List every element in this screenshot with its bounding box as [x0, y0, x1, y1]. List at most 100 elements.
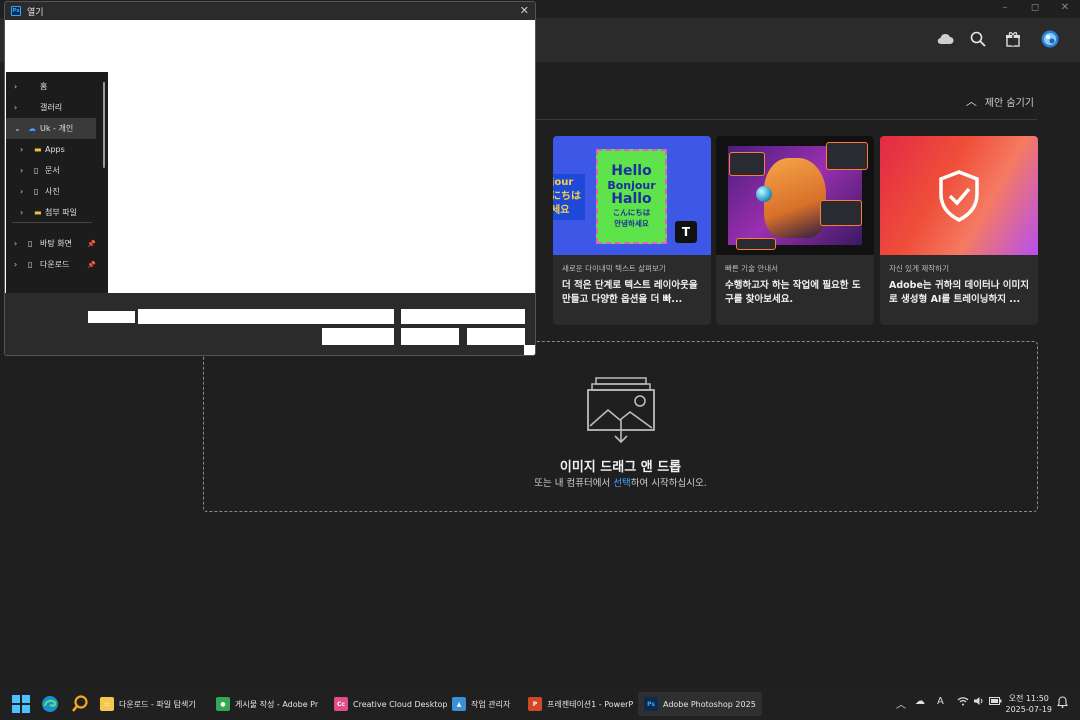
hello-text-art: Hello Bonjour Hallo こんにちは 안녕하세요 [596, 149, 667, 244]
window-controls: – ◻ ✕ [990, 0, 1080, 16]
wifi-icon[interactable] [957, 696, 969, 709]
chevron-right-icon[interactable]: › [20, 208, 23, 217]
hallo-line: Hallo [611, 191, 652, 207]
open-file-dialog: Ps 열기 ✕ › 홈 › 갤러리 ⌄ ☁ Uk - 개인 › ▬ Apps › ▯ 문서 › ▯ 사진 › ▬ 첨… [4, 1, 536, 356]
suggestion-card-quick-skills[interactable]: 빠른 기술 안내서 수행하고자 하는 작업에 필요한 도구를 찾아보세요. [716, 136, 874, 325]
card-thumbnail: jour にちは 세요 Hello Bonjour Hallo こんにちは 안녕… [553, 136, 711, 255]
nav-item-label: Apps [45, 145, 65, 154]
chevron-right-icon[interactable]: › [20, 187, 23, 196]
chevron-right-icon[interactable]: › [14, 239, 17, 248]
edge-icon[interactable] [41, 695, 59, 713]
file-name-input[interactable] [138, 309, 394, 324]
image-dropzone[interactable]: 이미지 드래그 앤 드롭 또는 내 컴퓨터에서 선택하여 시작하십시오. [203, 341, 1038, 512]
card-title: 수행하고자 하는 작업에 필요한 도구를 찾아보세요. [725, 280, 861, 305]
side-text-art: jour にちは 세요 [553, 174, 585, 220]
chevron-down-icon[interactable]: ⌄ [14, 124, 21, 133]
onedrive-tray-icon[interactable]: ☁ [915, 696, 925, 707]
nav-scrollbar[interactable] [103, 82, 105, 168]
dialog-footer [5, 293, 535, 355]
nav-item[interactable]: › ▯ 사진 [6, 181, 106, 202]
close-dialog-button[interactable]: ✕ [520, 4, 529, 17]
nav-item[interactable]: › ▯ 다운로드 📌 [6, 254, 106, 275]
taskbar-app[interactable]: P 프레젠테이션1 - PowerP [528, 692, 633, 716]
search-icon[interactable] [71, 695, 89, 713]
card-title: 더 적은 단계로 텍스트 레이아웃을 만들고 다양한 옵션을 더 빠... [562, 280, 698, 305]
chevron-right-icon[interactable]: › [14, 103, 17, 112]
chevron-right-icon[interactable]: › [20, 145, 23, 154]
taskbar-app-label: 프레젠테이션1 - PowerP [547, 699, 634, 709]
hide-suggestions-button[interactable]: ︿ 제안 숨기기 [966, 93, 1034, 109]
nav-item-label: 문서 [45, 166, 60, 175]
ui-panel-image [729, 152, 765, 176]
battery-icon[interactable] [989, 696, 1002, 709]
volume-icon[interactable] [973, 696, 985, 709]
resize-grip[interactable] [524, 345, 535, 355]
annyeong-line: 안녕하세요 [614, 219, 649, 228]
chevron-right-icon[interactable]: › [14, 82, 17, 91]
taskbar-app[interactable]: ▭ 다운로드 - 파일 탐색기 [100, 692, 196, 716]
close-window-button[interactable]: ✕ [1050, 0, 1080, 16]
taskbar-app[interactable]: ● 게시물 작성 - Adobe Pr [216, 692, 318, 716]
nav-item[interactable]: › ▬ 첨부 파일 [6, 202, 106, 223]
card-title: Adobe는 귀하의 데이터나 이미지로 생성형 AI를 트레이닝하지 ... [889, 280, 1029, 305]
windows-start-icon[interactable] [12, 695, 30, 713]
avatar[interactable] [1041, 30, 1059, 48]
clock-time: 오전 11:50 [1008, 694, 1049, 703]
card-kicker: 자신 있게 제작하기 [889, 264, 949, 273]
taskbar-app-label: 게시물 작성 - Adobe Pr [235, 699, 319, 709]
taskbar-app[interactable]: ▲ 작업 관리자 [452, 692, 510, 716]
minimize-button[interactable]: – [990, 0, 1020, 16]
dialog-action-button[interactable] [322, 328, 394, 345]
task-manager-icon: ▲ [452, 697, 466, 711]
taskbar-app-label: 다운로드 - 파일 탐색기 [119, 699, 196, 709]
creative-cloud-icon: Cc [334, 697, 348, 711]
suggestion-card-create-confidently[interactable]: 자신 있게 제작하기 Adobe는 귀하의 데이터나 이미지로 생성형 AI를 … [880, 136, 1038, 325]
chevron-up-icon[interactable]: ︿ [896, 696, 906, 711]
cloud-icon[interactable] [936, 30, 954, 48]
powerpoint-icon: P [528, 697, 542, 711]
dropzone-sub-text: 하여 시작하십시오. [630, 478, 707, 489]
clock[interactable]: 오전 11:50 2025-07-19 [1006, 693, 1053, 715]
photoshop-icon: Ps [644, 697, 658, 711]
taskbar: ▭ 다운로드 - 파일 탐색기 ● 게시물 작성 - Adobe Pr Cc Creati… [0, 688, 1080, 720]
nav-item-label: 사진 [45, 187, 60, 196]
search-icon[interactable] [969, 30, 987, 48]
nav-item[interactable]: › ▯ 문서 [6, 160, 106, 181]
maximize-button[interactable]: ◻ [1020, 0, 1050, 16]
hide-suggestions-label: 제안 숨기기 [984, 97, 1034, 109]
chevron-right-icon[interactable]: › [20, 166, 23, 175]
taskbar-app[interactable]: Ps Adobe Photoshop 2025 [638, 692, 762, 716]
gift-icon[interactable] [1004, 30, 1022, 48]
chevron-right-icon[interactable]: › [14, 260, 17, 269]
cancel-button[interactable] [467, 328, 525, 345]
folder-icon: ▬ [34, 145, 42, 154]
document-icon: ▯ [34, 166, 39, 175]
nav-item[interactable]: › ▯ 바탕 화면 📌 [6, 233, 106, 254]
nav-item[interactable]: › ▬ Apps [6, 139, 106, 160]
dialog-titlebar: Ps 열기 [5, 2, 535, 20]
nav-item-label: 홈 [40, 82, 48, 91]
document-icon: ▯ [28, 260, 33, 269]
photoshop-icon: Ps [11, 6, 21, 16]
ime-indicator[interactable]: A [937, 696, 944, 707]
dropzone-title: 이미지 드래그 앤 드롭 [559, 460, 682, 475]
bubble-image [756, 186, 772, 202]
nav-item-label: 갤러리 [40, 103, 63, 112]
onedrive-icon: ☁ [28, 124, 36, 133]
nav-item[interactable]: › 홈 [6, 76, 106, 97]
open-button[interactable] [401, 328, 459, 345]
nav-item[interactable]: ⌄ ☁ Uk - 개인 [6, 118, 96, 139]
suggestion-card-dynamic-text[interactable]: jour にちは 세요 Hello Bonjour Hallo こんにちは 안녕… [553, 136, 711, 325]
file-type-select[interactable] [401, 309, 525, 324]
card-thumbnail [716, 136, 874, 255]
taskbar-app[interactable]: Cc Creative Cloud Desktop [334, 692, 447, 716]
nav-item-label: 다운로드 [40, 260, 70, 269]
file-explorer-icon: ▭ [100, 697, 114, 711]
chrome-icon: ● [216, 697, 230, 711]
dropzone-subtitle: 또는 내 컴퓨터에서 선택하여 시작하십시오. [204, 475, 1037, 489]
select-file-link[interactable]: 선택 [613, 478, 630, 489]
ui-panel-image [736, 238, 776, 250]
notification-icon[interactable] [1056, 696, 1069, 711]
nav-item[interactable]: › 갤러리 [6, 97, 106, 118]
card-thumbnail [880, 136, 1038, 255]
